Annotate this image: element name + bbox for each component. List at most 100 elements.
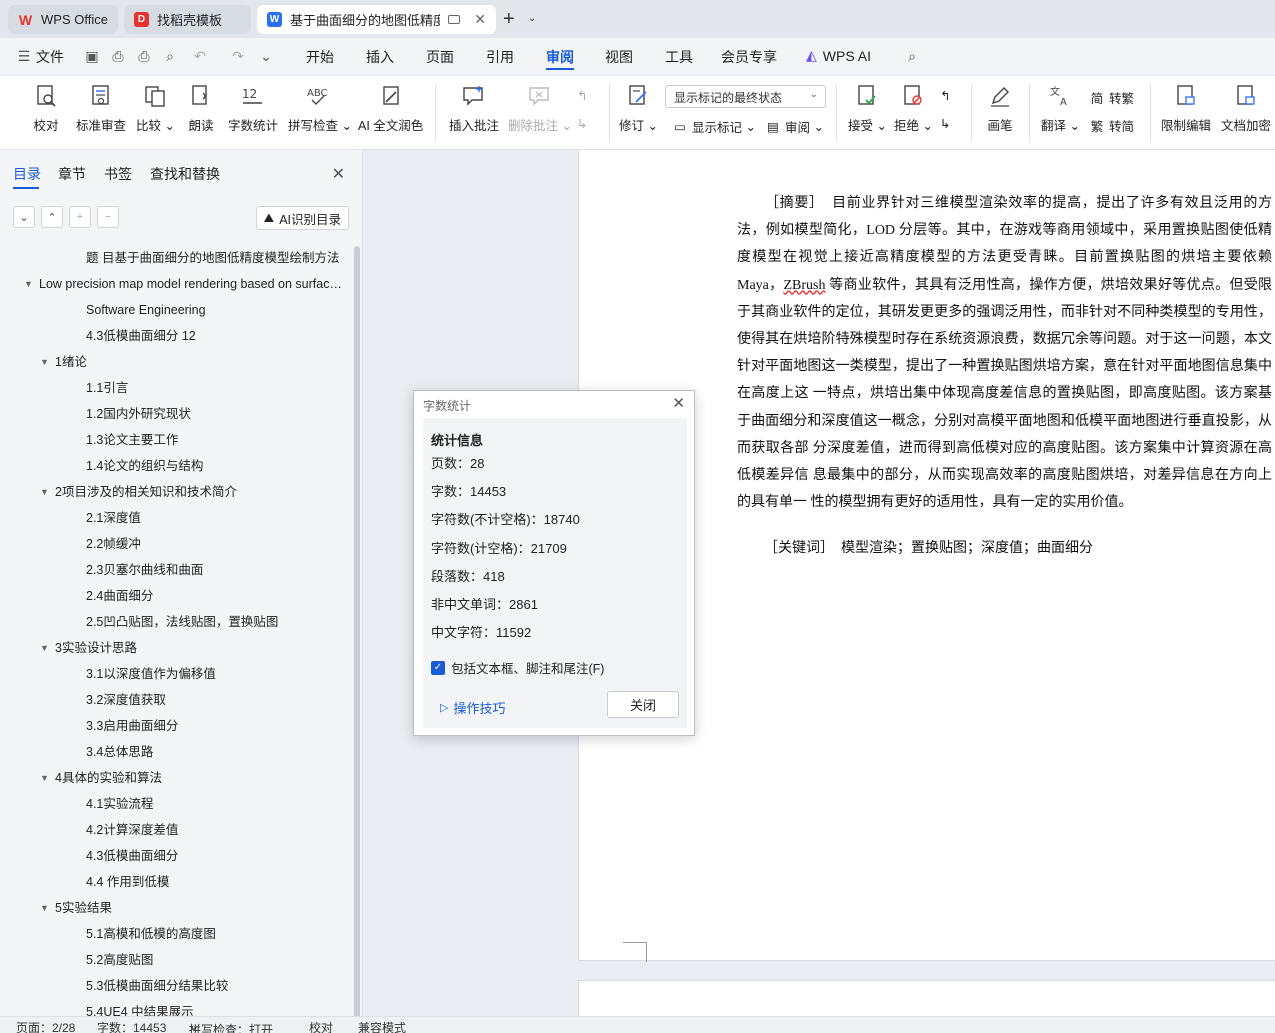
- toc-item[interactable]: 1.1引言: [71, 378, 346, 398]
- menu-review[interactable]: 审阅: [546, 47, 574, 67]
- new-tab-button[interactable]: +: [503, 8, 515, 31]
- menu-reference[interactable]: 引用: [486, 47, 514, 67]
- compare-button[interactable]: 比较 ⌄: [136, 82, 175, 134]
- keywords-line[interactable]: ［关键词］ 模型渲染；置换贴图；深度值；曲面细分: [764, 537, 1093, 557]
- toc-item[interactable]: ▼ 3实验设计思路: [40, 638, 346, 658]
- menu-home[interactable]: 开始: [306, 47, 334, 67]
- print-preview-icon[interactable]: ⌕: [162, 48, 178, 64]
- tab-bookmarks[interactable]: 书签: [104, 164, 132, 184]
- expand-triangle-icon[interactable]: ▼: [40, 638, 49, 658]
- delete-comment-button[interactable]: 删除批注 ⌄: [508, 82, 572, 134]
- proofread-button[interactable]: 校对: [32, 82, 60, 134]
- more-chevron-icon[interactable]: ⌄: [258, 48, 274, 64]
- include-textboxes-checkbox[interactable]: ✓ 包括文本框、脚注和尾注(F): [431, 658, 604, 677]
- expand-triangle-icon[interactable]: ▼: [40, 768, 49, 788]
- collapse-up-button[interactable]: ⌃: [41, 206, 63, 228]
- toc-item[interactable]: 4.3低模曲面细分: [71, 846, 346, 866]
- ai-proofread-button[interactable]: AI 全文润色: [358, 82, 423, 134]
- status-page[interactable]: 页面：2/28: [16, 1019, 75, 1033]
- menu-insert[interactable]: 插入: [366, 47, 394, 67]
- previous-change-icon[interactable]: ↰: [940, 88, 950, 103]
- abstract-paragraph[interactable]: ［摘要］ 目前业界针对三维模型渲染效率的提高，提出了许多有效且泛用的方法，例如模…: [737, 190, 1272, 516]
- save-icon[interactable]: ▣: [84, 48, 100, 64]
- toc-item[interactable]: 2.3贝塞尔曲线和曲面: [71, 560, 346, 580]
- tab-toc[interactable]: 目录: [13, 164, 41, 184]
- search-icon[interactable]: ⌕: [904, 48, 920, 64]
- to-traditional-button[interactable]: 简转繁: [1089, 88, 1134, 107]
- accept-button[interactable]: 接受 ⌄: [848, 82, 887, 134]
- tab-docer[interactable]: D 找稻壳模板: [124, 5, 251, 34]
- close-tab-icon[interactable]: ✕: [474, 11, 486, 28]
- expand-triangle-icon[interactable]: ▼: [40, 898, 49, 918]
- status-spell-check[interactable]: 拼写检查：打开 ⌄: [189, 1019, 273, 1033]
- toc-item[interactable]: 1.3论文主要工作: [71, 430, 346, 450]
- toc-item[interactable]: 4.3低模曲面细分 12: [71, 326, 346, 346]
- translate-button[interactable]: 文A 翻译 ⌄: [1041, 82, 1080, 134]
- expand-down-button[interactable]: ⌄: [13, 206, 35, 228]
- export-icon[interactable]: ⎙: [110, 48, 126, 64]
- reject-button[interactable]: 拒绝 ⌄: [894, 82, 933, 134]
- nav-scrollbar[interactable]: [354, 246, 360, 1026]
- menu-view[interactable]: 视图: [605, 47, 633, 67]
- close-button[interactable]: 关闭: [607, 691, 679, 718]
- menu-page[interactable]: 页面: [426, 47, 454, 67]
- toc-item[interactable]: 3.1以深度值作为偏移值: [71, 664, 346, 684]
- add-heading-button[interactable]: +: [69, 206, 91, 228]
- restrict-editing-button[interactable]: 限制编辑: [1161, 82, 1211, 134]
- toc-item[interactable]: 4.2计算深度差值: [71, 820, 346, 840]
- toc-item[interactable]: 2.1深度值: [71, 508, 346, 528]
- hamburger-icon[interactable]: ☰: [16, 48, 32, 64]
- standard-review-button[interactable]: 标准审查: [76, 82, 126, 134]
- status-words[interactable]: 字数：14453: [97, 1019, 166, 1033]
- toc-item[interactable]: 5.1高模和低模的高度图: [71, 924, 346, 944]
- toc-item[interactable]: 2.2帧缓冲: [71, 534, 346, 554]
- tab-find-replace[interactable]: 查找和替换: [150, 164, 220, 184]
- toc-item[interactable]: ▼ 4具体的实验和算法: [40, 768, 346, 788]
- review-pane-button[interactable]: ▤ 审阅 ⌄: [765, 117, 824, 136]
- expand-triangle-icon[interactable]: ▼: [40, 482, 49, 502]
- toc-item[interactable]: 2.4曲面细分: [71, 586, 346, 606]
- expand-triangle-icon[interactable]: ▼: [40, 352, 49, 372]
- toc-item[interactable]: ▼ Low precision map model rendering based…: [24, 274, 346, 294]
- menu-file[interactable]: 文件: [36, 47, 64, 67]
- toc-item[interactable]: Software Engineering: [71, 300, 346, 320]
- markup-state-select[interactable]: 显示标记的最终状态 ⌄: [665, 85, 826, 108]
- track-changes-button[interactable]: 修订 ⌄: [619, 82, 658, 134]
- toc-item[interactable]: 2.5凹凸贴图，法线贴图，置换贴图: [71, 612, 346, 632]
- close-icon[interactable]: ✕: [672, 394, 685, 412]
- toc-item[interactable]: ▼ 2项目涉及的相关知识和技术简介: [40, 482, 346, 502]
- remove-heading-button[interactable]: −: [97, 206, 119, 228]
- redo-icon[interactable]: ↷: [230, 48, 246, 64]
- tips-link[interactable]: ▷ 操作技巧: [440, 698, 505, 717]
- toc-item[interactable]: 3.2深度值获取: [71, 690, 346, 710]
- tab-wps-office[interactable]: W WPS Office: [8, 5, 118, 34]
- menu-membership[interactable]: 会员专享: [721, 47, 777, 67]
- menu-tools[interactable]: 工具: [665, 47, 693, 67]
- toc-item[interactable]: 题 目基于曲面细分的地图低精度模型绘制方法: [71, 248, 346, 268]
- next-page[interactable]: [578, 980, 1275, 1016]
- tab-chapters[interactable]: 章节: [58, 164, 86, 184]
- read-aloud-button[interactable]: 朗读: [187, 82, 215, 134]
- toc-item[interactable]: 3.3启用曲面细分: [71, 716, 346, 736]
- previous-comment-icon[interactable]: ↰: [577, 88, 587, 103]
- undo-icon[interactable]: ↶: [192, 48, 208, 64]
- pen-button[interactable]: 画笔: [986, 82, 1014, 134]
- word-count-button[interactable]: 12 字数统计: [228, 82, 278, 134]
- toc-item[interactable]: ▼ 1绪论: [40, 352, 346, 372]
- tab-document[interactable]: W 基于曲面细分的地图低精度模 ✕: [257, 5, 496, 34]
- toc-item[interactable]: 4.1实验流程: [71, 794, 346, 814]
- show-markup-button[interactable]: ▭ 显示标记 ⌄: [672, 117, 756, 136]
- status-proofread[interactable]: 校对: [309, 1019, 333, 1033]
- insert-comment-button[interactable]: 插入批注: [449, 82, 499, 134]
- close-panel-icon[interactable]: ✕: [332, 164, 345, 184]
- chevron-down-icon[interactable]: ⌄: [528, 13, 536, 24]
- to-simplified-button[interactable]: 繁转简: [1089, 116, 1134, 135]
- toc-item[interactable]: 5.3低模曲面细分结果比较: [71, 976, 346, 996]
- next-comment-icon[interactable]: ↳: [577, 116, 587, 131]
- ai-toc-button[interactable]: ⛰ AI识别目录: [255, 206, 349, 230]
- monitor-icon[interactable]: [448, 15, 460, 24]
- menu-wps-ai[interactable]: ◭ WPS AI: [806, 47, 871, 64]
- encrypt-button[interactable]: 文档加密: [1221, 82, 1271, 134]
- toc-item[interactable]: 5.2高度贴图: [71, 950, 346, 970]
- print-icon[interactable]: ⎙: [136, 48, 152, 64]
